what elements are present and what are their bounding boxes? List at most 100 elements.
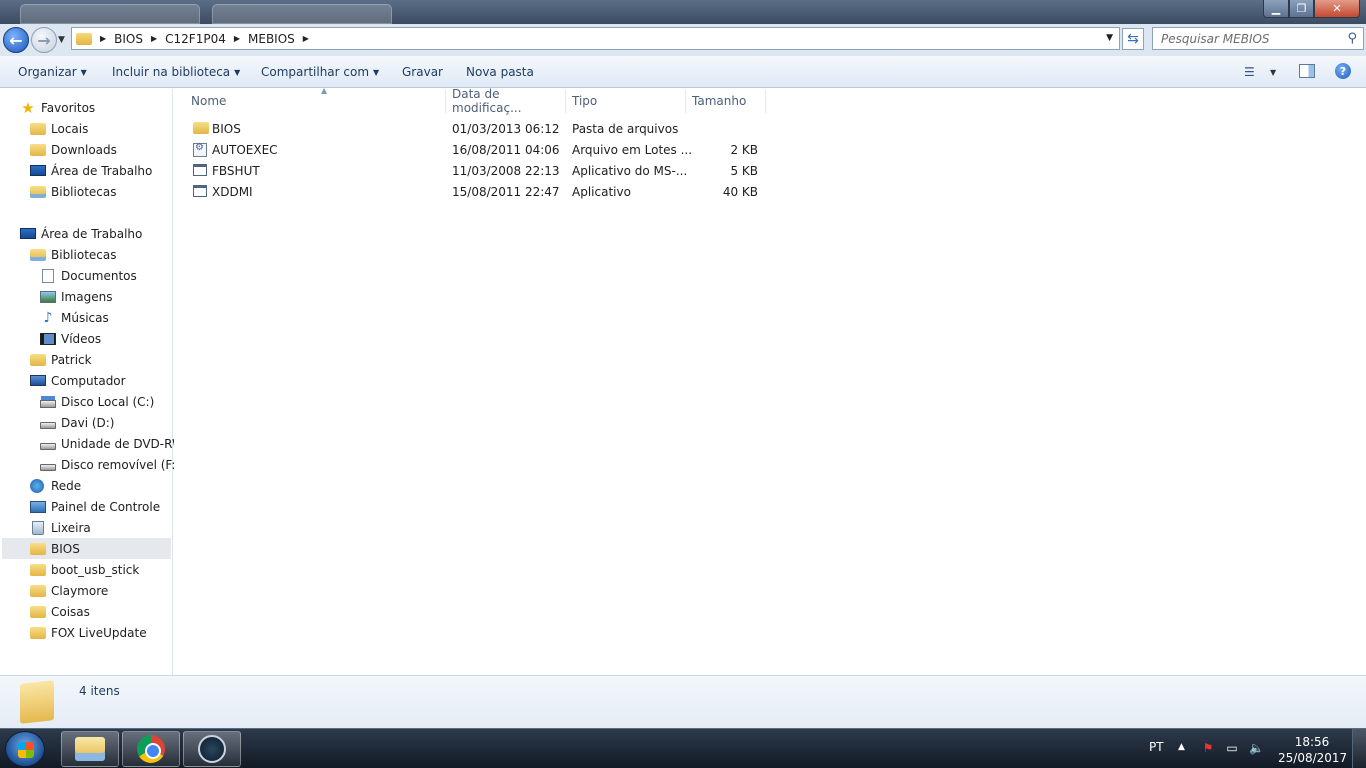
preview-pane-icon[interactable] <box>1299 64 1315 78</box>
address-history-dropdown-icon[interactable]: ▼ <box>1106 33 1113 43</box>
file-type: Pasta de arquivos <box>572 122 679 136</box>
breadcrumb-arrow-icon[interactable]: ▶ <box>100 34 106 43</box>
clock-time[interactable]: 18:56 <box>1283 735 1341 749</box>
nav-control-panel[interactable]: Painel de Controle <box>30 496 160 517</box>
nav-label: Bibliotecas <box>51 247 117 262</box>
nav-recycle-bin[interactable]: Lixeira <box>30 517 91 538</box>
maximize-button[interactable]: ❐ <box>1289 0 1314 18</box>
file-date: 11/03/2008 22:13 <box>452 164 560 178</box>
column-header-type[interactable]: Tipo <box>565 89 686 113</box>
application-icon <box>193 164 207 176</box>
share-menu[interactable]: Compartilhar com ▼ <box>261 65 379 79</box>
nav-label: Bibliotecas <box>51 184 117 199</box>
nav-drive-c[interactable]: Disco Local (C:) <box>40 391 154 412</box>
burn-button[interactable]: Gravar <box>402 65 443 79</box>
nav-locais[interactable]: Locais <box>30 118 88 139</box>
desktop-icon <box>30 165 46 176</box>
nav-images[interactable]: Imagens <box>40 286 112 307</box>
recent-pages-dropdown[interactable]: ▼ <box>58 35 65 45</box>
file-row[interactable]: BIOS 01/03/2013 06:12 Pasta de arquivos <box>184 119 774 140</box>
breadcrumb-arrow-icon[interactable]: ▶ <box>303 34 309 43</box>
breadcrumb-arrow-icon[interactable]: ▶ <box>234 34 240 43</box>
nav-dvd-drive[interactable]: Unidade de DVD-RW <box>40 433 184 454</box>
nav-label: Downloads <box>51 142 117 157</box>
show-hidden-icons-icon[interactable]: ▲ <box>1178 742 1185 752</box>
include-library-label: Incluir na biblioteca <box>112 65 231 79</box>
breadcrumb-mebios[interactable]: MEBIOS <box>248 32 295 46</box>
taskbar-chrome-button[interactable] <box>122 731 180 767</box>
column-header-size[interactable]: Tamanho <box>685 89 766 113</box>
organize-menu[interactable]: Organizar ▼ <box>18 65 87 79</box>
clock-date[interactable]: 25/08/2017 <box>1278 751 1347 765</box>
organize-label: Organizar <box>18 65 77 79</box>
document-icon <box>42 268 54 283</box>
search-icon[interactable]: ⚲ <box>1347 31 1357 46</box>
nav-label: Unidade de DVD-RW <box>61 436 184 451</box>
refresh-button[interactable]: ⇆ <box>1122 28 1144 50</box>
control-panel-icon <box>30 500 46 513</box>
file-name: XDDMI <box>212 185 253 199</box>
view-dropdown-icon[interactable]: ▼ <box>1270 68 1276 77</box>
file-date: 16/08/2011 04:06 <box>452 143 560 157</box>
close-button[interactable]: ✕ <box>1314 0 1360 18</box>
search-placeholder: Pesquisar MEBIOS <box>1161 31 1270 46</box>
nav-fox-liveupdate[interactable]: FOX LiveUpdate <box>30 622 147 643</box>
back-button[interactable]: ← <box>3 27 29 53</box>
file-row[interactable]: FBSHUT 11/03/2008 22:13 Aplicativo do MS… <box>184 161 774 182</box>
nav-network[interactable]: Rede <box>30 475 81 496</box>
show-desktop-button[interactable] <box>1352 729 1366 768</box>
nav-label: Favoritos <box>41 100 96 115</box>
file-type: Aplicativo <box>572 185 631 199</box>
network-tray-icon[interactable]: ▭ <box>1225 741 1239 755</box>
nav-libraries[interactable]: Bibliotecas <box>30 244 116 265</box>
nav-videos[interactable]: Vídeos <box>40 328 101 349</box>
language-indicator[interactable]: PT <box>1149 740 1164 754</box>
nav-libraries-fav[interactable]: Bibliotecas <box>30 181 116 202</box>
view-options-icon[interactable]: ☰ <box>1244 65 1255 79</box>
application-icon <box>193 185 207 197</box>
volume-icon[interactable]: 🔈 <box>1249 741 1264 755</box>
column-header-modified[interactable]: Data de modificaç... <box>445 87 566 115</box>
nav-boot-usb-stick[interactable]: boot_usb_stick <box>30 559 139 580</box>
column-header-name[interactable]: Nome ▲ <box>184 86 446 113</box>
nav-coisas[interactable]: Coisas <box>30 601 90 622</box>
nav-music[interactable]: ♪ Músicas <box>40 307 109 328</box>
help-icon[interactable]: ? <box>1335 63 1351 79</box>
folder-icon <box>30 626 46 639</box>
include-library-menu[interactable]: Incluir na biblioteca ▼ <box>112 65 240 79</box>
item-count: 4 itens <box>79 684 120 698</box>
nav-drive-d[interactable]: Davi (D:) <box>40 412 115 433</box>
nav-claymore[interactable]: Claymore <box>30 580 108 601</box>
new-folder-button[interactable]: Nova pasta <box>466 65 534 79</box>
folder-icon <box>30 122 46 135</box>
nav-desktop-fav[interactable]: Área de Trabalho <box>30 160 152 181</box>
breadcrumb-c12f1p04[interactable]: C12F1P04 <box>165 32 226 46</box>
desktop-icon <box>20 228 36 239</box>
nav-favorites[interactable]: ★ Favoritos <box>20 97 95 118</box>
file-row[interactable]: AUTOEXEC 16/08/2011 04:06 Arquivo em Lot… <box>184 140 774 161</box>
nav-user-patrick[interactable]: Patrick <box>30 349 92 370</box>
navigation-pane[interactable]: ★ Favoritos Locais Downloads Área de Trab… <box>0 89 184 675</box>
local-disk-icon <box>40 399 56 408</box>
address-bar[interactable]: ▶ BIOS ▶ C12F1P04 ▶ MEBIOS ▶ ▼ <box>71 27 1120 50</box>
breadcrumb-arrow-icon[interactable]: ▶ <box>151 34 157 43</box>
forward-button[interactable]: → <box>31 27 57 53</box>
window-controls: ▁ ❐ ✕ <box>1263 0 1360 18</box>
breadcrumb-bios[interactable]: BIOS <box>114 32 143 46</box>
file-list-pane[interactable]: Nome ▲ Data de modificaç... Tipo Tamanho… <box>174 86 1366 675</box>
nav-computer[interactable]: Computador <box>30 370 126 391</box>
nav-documents[interactable]: Documentos <box>40 265 137 286</box>
minimize-button[interactable]: ▁ <box>1263 0 1289 18</box>
nav-desktop[interactable]: Área de Trabalho <box>20 223 142 244</box>
taskbar: PT ▲ ⚑ ▭ 🔈 18:56 25/08/2017 <box>0 728 1366 768</box>
taskbar-steam-button[interactable] <box>183 731 241 767</box>
action-center-flag-icon[interactable]: ⚑ <box>1201 741 1215 755</box>
nav-bios-selected[interactable]: BIOS <box>2 538 171 559</box>
search-input[interactable]: Pesquisar MEBIOS ⚲ <box>1152 27 1364 50</box>
nav-downloads[interactable]: Downloads <box>30 139 117 160</box>
folder-icon <box>30 563 46 576</box>
start-button[interactable] <box>5 731 45 767</box>
taskbar-explorer-button[interactable] <box>61 731 119 767</box>
file-row[interactable]: XDDMI 15/08/2011 22:47 Aplicativo 40 KB <box>184 182 774 203</box>
nav-removable-f[interactable]: Disco removível (F:) <box>40 454 180 475</box>
